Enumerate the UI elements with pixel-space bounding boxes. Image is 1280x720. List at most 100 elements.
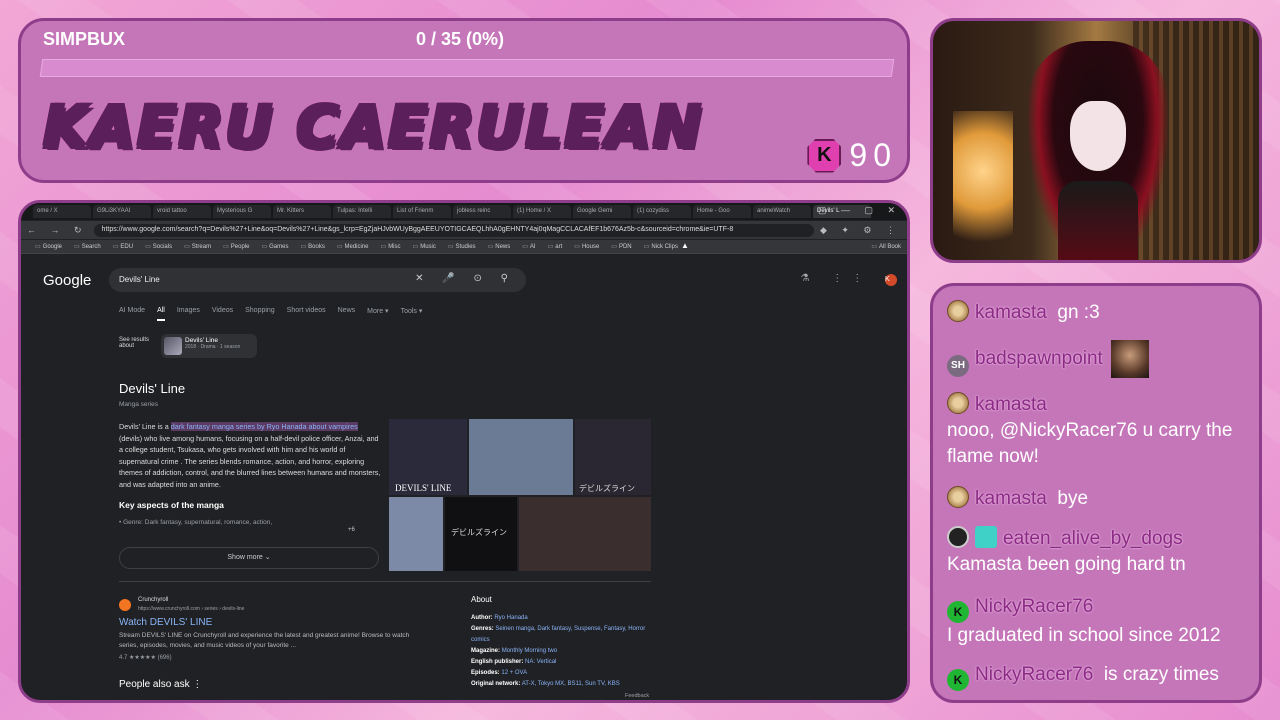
chat-message: K NickyRacer76 I graduated in school since… bbox=[947, 594, 1221, 649]
google-logo[interactable]: Google bbox=[43, 272, 91, 289]
chat-text: bye bbox=[1057, 488, 1089, 509]
browser-tab[interactable]: Home - Goo bbox=[693, 205, 751, 218]
entity-title: Devils' Line bbox=[185, 337, 219, 344]
search-filter-tab[interactable]: Videos bbox=[212, 307, 233, 321]
account-avatar[interactable]: K bbox=[885, 274, 897, 286]
browser-tab[interactable]: G9Li3KYAAI bbox=[93, 205, 151, 218]
search-input[interactable]: Devils' Line ✕ 🎤 ⊙ ⚲ bbox=[109, 268, 526, 292]
window-controls[interactable]: ▢ — ▢ ✕ bbox=[818, 205, 901, 216]
bookmark-folder[interactable]: Medicine bbox=[337, 243, 369, 250]
browser-window: ome / X G9Li3KYAAI vroid tattoo Mysterious … bbox=[18, 200, 910, 703]
search-filter-tab[interactable]: AI Mode bbox=[119, 307, 145, 321]
search-filter-tab[interactable]: Images bbox=[177, 307, 200, 321]
people-also-ask-heading: People also ask ⋮ bbox=[119, 679, 203, 690]
k-badge-icon: K bbox=[947, 669, 969, 691]
about-fact-value[interactable]: 12 + OVA bbox=[501, 670, 527, 676]
search-filter-tab[interactable]: All bbox=[157, 307, 165, 321]
bookmark-folder[interactable]: Books bbox=[300, 243, 325, 250]
chat-text: nooo, @NickyRacer76 u carry the flame no… bbox=[947, 420, 1233, 467]
feedback-link[interactable]: Feedback bbox=[625, 693, 649, 699]
search-filter-tab[interactable]: Short videos bbox=[287, 307, 326, 321]
simpbux-label: SIMPBUX bbox=[43, 29, 126, 49]
browser-tab[interactable]: Mysterious G bbox=[213, 205, 271, 218]
divider bbox=[119, 581, 651, 582]
bookmark-folder[interactable]: Socials bbox=[145, 243, 172, 250]
chat-message: kamasta nooo, @NickyRacer76 u carry the f… bbox=[947, 392, 1247, 470]
browser-tab[interactable]: Google Gemi bbox=[573, 205, 631, 218]
chat-message: K NickyRacer76 is crazy times bbox=[947, 662, 1219, 691]
about-fact-label: Author: bbox=[471, 615, 493, 621]
apps-icon[interactable]: ⚗ ⋮⋮ K bbox=[800, 273, 897, 286]
bookmark-folder[interactable]: Stream bbox=[184, 243, 211, 250]
bookmark-folder[interactable]: art bbox=[548, 243, 562, 250]
chat-emote-image bbox=[1110, 340, 1149, 378]
about-fact-value[interactable]: Seinen manga, Dark fantasy, Suspense, Fa… bbox=[471, 626, 645, 643]
url-field[interactable]: https://www.google.com/search?q=Devils%2… bbox=[93, 223, 814, 237]
about-fact-value[interactable]: Ryo Hanada bbox=[494, 615, 527, 621]
result-snippet: Stream DEVILS' LINE on Crunchyroll and e… bbox=[119, 632, 410, 649]
desc-highlight-link[interactable]: dark fantasy manga series by Ryo Hanada … bbox=[170, 422, 358, 431]
address-bar: ← → ↻ https://www.google.com/search?q=De… bbox=[21, 221, 907, 239]
coin-count: 90 bbox=[849, 137, 897, 173]
chat-text: gn :3 bbox=[1057, 302, 1100, 323]
about-fact-value[interactable]: Monthly Morning two bbox=[502, 648, 557, 654]
bookmarks-bar: Google Search EDU Socials Stream People Games B… bbox=[21, 240, 907, 254]
more-sources-badge[interactable]: +6 bbox=[348, 527, 355, 533]
browser-tab[interactable]: vroid tattoo bbox=[153, 205, 211, 218]
bookmark-folder[interactable]: PDN bbox=[611, 243, 632, 250]
about-fact-value[interactable]: NA: Vertical bbox=[525, 659, 556, 665]
image-caption: デビルズライン bbox=[451, 527, 507, 537]
bookmark-folder[interactable]: AI bbox=[522, 243, 536, 250]
bookmark-folder[interactable]: Google bbox=[35, 243, 62, 250]
show-more-button[interactable]: Show more ⌄ bbox=[119, 547, 379, 569]
goal-progress-fill bbox=[40, 60, 44, 76]
chat-username: badspawnpoint bbox=[975, 348, 1103, 370]
bookmark-folder[interactable]: House bbox=[574, 243, 599, 250]
extensions-icon[interactable]: ◆ ✦ ⚙ ⋮ bbox=[814, 225, 907, 236]
result-rating: 4.7 ★★★★★ (696) bbox=[119, 655, 172, 661]
browser-tab[interactable]: Tulpas: Intelli bbox=[333, 205, 391, 218]
image-results-grid[interactable]: DEVILS' LINE デビルズライン デビルズライン bbox=[389, 419, 651, 571]
nav-buttons-icon[interactable]: ← → ↻ bbox=[21, 225, 94, 236]
bookmark-folder[interactable]: Search bbox=[74, 243, 101, 250]
bookmark-folder[interactable]: Misc bbox=[381, 243, 400, 250]
chat-message: SH badspawnpoint bbox=[947, 340, 1149, 378]
browser-tab[interactable]: jobless reinc bbox=[453, 205, 511, 218]
browser-tab[interactable]: (1) Home / X bbox=[513, 205, 571, 218]
coin-counter: K 90 bbox=[807, 137, 897, 174]
search-filter-tab[interactable]: Shopping bbox=[245, 307, 275, 321]
chat-username: NickyRacer76 bbox=[975, 596, 1094, 617]
key-aspects-heading: Key aspects of the manga bbox=[119, 500, 224, 510]
entity-chip[interactable]: Devils' Line 2018 · Drama · 1 season bbox=[161, 334, 257, 358]
all-bookmarks-button[interactable]: All Book bbox=[871, 243, 901, 250]
search-tools-icon[interactable]: ✕ 🎤 ⊙ ⚲ bbox=[415, 273, 516, 284]
search-filter-tab[interactable]: News bbox=[338, 307, 356, 321]
see-results-label: See results about bbox=[119, 337, 150, 349]
browser-tab[interactable]: ome / X bbox=[33, 205, 91, 218]
entity-thumbnail bbox=[164, 337, 182, 355]
search-filter-tab[interactable]: Tools ▾ bbox=[401, 307, 423, 321]
browser-tab[interactable]: List of Frienm bbox=[393, 205, 451, 218]
browser-tab[interactable]: animeWatch bbox=[753, 205, 811, 218]
bookmark-folder[interactable]: Nick Clips bbox=[644, 243, 678, 250]
about-fact-row: English publisher: NA: Vertical bbox=[471, 657, 661, 668]
result-title-link[interactable]: Watch DEVILS' LINE bbox=[119, 617, 212, 628]
bookmark-folder[interactable]: News bbox=[488, 243, 510, 250]
image-tile bbox=[519, 497, 651, 571]
bookmark-folder[interactable]: EDU bbox=[113, 243, 133, 250]
image-caption: デビルズライン bbox=[579, 483, 635, 493]
knowledge-panel-subtitle: Manga series bbox=[119, 401, 159, 408]
browser-tab[interactable]: (1) cozydiss bbox=[633, 205, 691, 218]
bookmark-folder[interactable]: Studies bbox=[448, 243, 476, 250]
bookmark-folder[interactable]: People bbox=[223, 243, 250, 250]
bookmark-folder[interactable]: Music bbox=[413, 243, 436, 250]
browser-tab[interactable]: Mr. Kitters bbox=[273, 205, 331, 218]
chat-message: eaten_alive_by_dogs Kamasta been going ha… bbox=[947, 526, 1186, 578]
about-fact-value[interactable]: AT-X, Tokyo MX, BS11, Sun TV, KBS bbox=[522, 681, 620, 687]
bookmark-folder[interactable]: Games bbox=[261, 243, 288, 250]
chat-panel: kamasta gn :3 SH badspawnpoint kamasta noo… bbox=[930, 283, 1262, 703]
tab-strip: ome / X G9Li3KYAAI vroid tattoo Mysterious … bbox=[21, 203, 907, 220]
result-url[interactable]: https://www.crunchyroll.com › series › d… bbox=[138, 606, 244, 612]
goal-progress-bar bbox=[39, 59, 895, 77]
search-filter-tab[interactable]: More ▾ bbox=[367, 307, 388, 321]
